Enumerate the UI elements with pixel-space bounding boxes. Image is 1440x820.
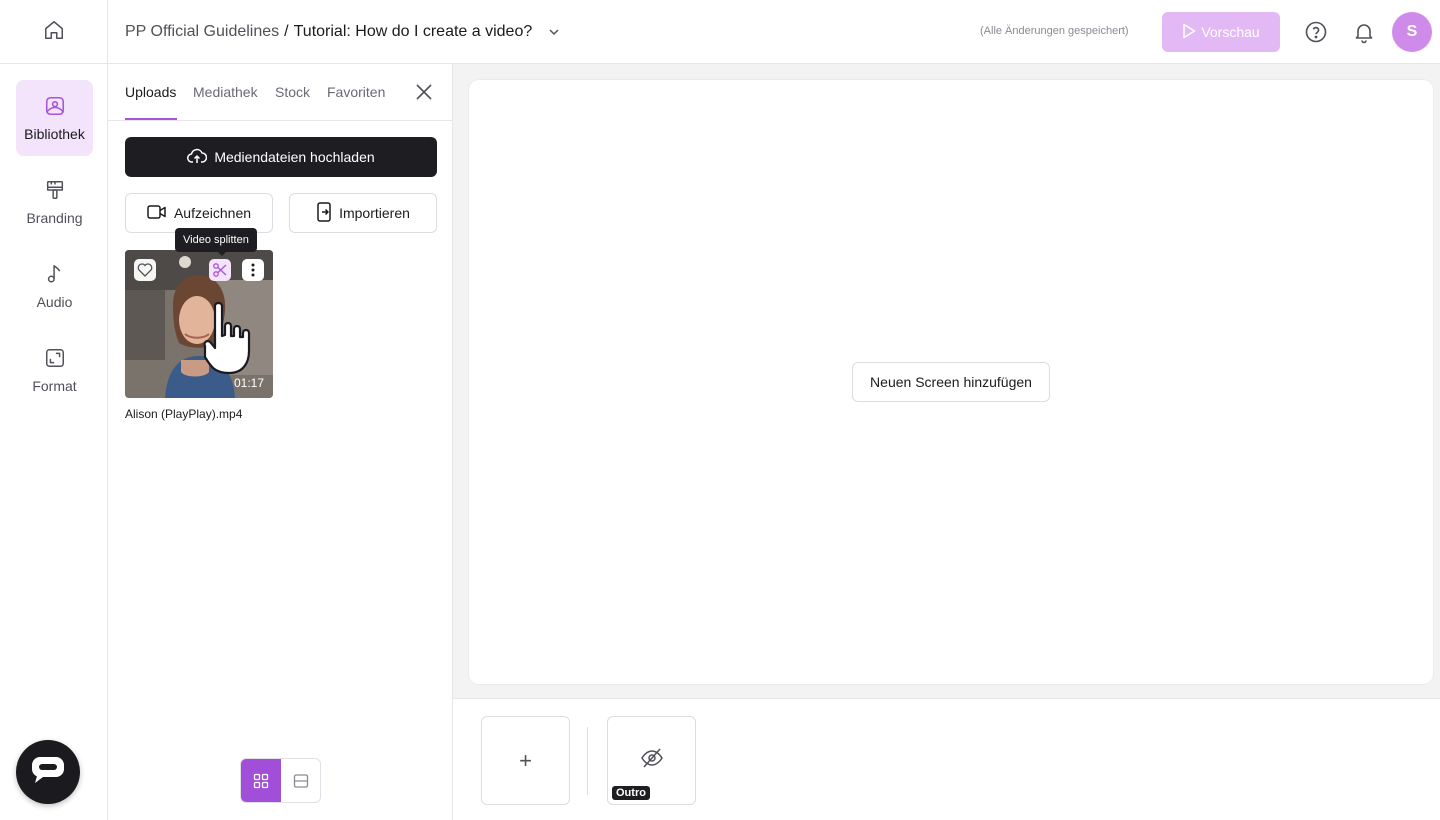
play-icon bbox=[1182, 23, 1196, 42]
cloud-upload-icon bbox=[187, 148, 208, 167]
breadcrumb-project[interactable]: PP Official Guidelines bbox=[125, 21, 279, 43]
scissors-icon[interactable] bbox=[209, 259, 231, 281]
save-status: (Alle Änderungen gespeichert) bbox=[980, 25, 1129, 37]
tab-stock[interactable]: Stock bbox=[275, 84, 310, 100]
sidebar-item-audio[interactable]: Audio bbox=[16, 248, 93, 324]
top-bar: PP Official Guidelines / Tutorial: How d… bbox=[0, 0, 1440, 64]
sidebar: Bibliothek Branding Audio Format bbox=[0, 64, 108, 820]
chat-button[interactable] bbox=[16, 740, 80, 804]
tab-uploads[interactable]: Uploads bbox=[125, 84, 176, 100]
outro-scene[interactable]: Outro bbox=[607, 716, 696, 805]
breadcrumb-separator: / bbox=[284, 23, 289, 40]
avatar[interactable]: S bbox=[1392, 12, 1432, 52]
sidebar-item-label: Format bbox=[32, 377, 77, 394]
eye-off-icon bbox=[640, 747, 664, 774]
import-label: Importieren bbox=[339, 205, 410, 221]
view-toggle bbox=[240, 758, 321, 803]
library-panel: Uploads Mediathek Stock Favoriten Medien… bbox=[108, 64, 453, 820]
sidebar-item-bibliothek[interactable]: Bibliothek bbox=[16, 80, 93, 156]
help-icon[interactable] bbox=[1304, 20, 1328, 44]
close-icon[interactable] bbox=[414, 82, 434, 102]
media-file-name: Alison (PlayPlay).mp4 bbox=[125, 407, 243, 421]
timeline-divider bbox=[587, 727, 588, 795]
paint-roller-icon bbox=[44, 179, 66, 204]
sidebar-item-branding[interactable]: Branding bbox=[16, 164, 93, 240]
list-view-icon[interactable] bbox=[281, 759, 320, 802]
media-item[interactable]: 01:17 bbox=[125, 250, 273, 398]
sidebar-item-label: Bibliothek bbox=[24, 125, 85, 142]
bell-icon[interactable] bbox=[1352, 20, 1376, 44]
sidebar-item-label: Audio bbox=[36, 293, 73, 310]
video-camera-icon bbox=[147, 204, 167, 223]
sidebar-item-label: Branding bbox=[26, 209, 83, 226]
outro-badge: Outro bbox=[612, 786, 650, 800]
add-scene-button[interactable]: + bbox=[481, 716, 570, 805]
home-icon bbox=[43, 19, 65, 46]
tab-favoriten[interactable]: Favoriten bbox=[327, 84, 385, 100]
record-label: Aufzeichnen bbox=[173, 205, 252, 221]
active-tab-indicator bbox=[125, 118, 177, 120]
add-screen-button[interactable]: Neuen Screen hinzufügen bbox=[852, 362, 1050, 402]
chevron-down-icon[interactable] bbox=[548, 26, 560, 38]
tooltip-split-video: Video splitten bbox=[175, 228, 257, 256]
tab-mediathek[interactable]: Mediathek bbox=[193, 84, 258, 100]
breadcrumb-video-title[interactable]: Tutorial: How do I create a video? bbox=[294, 21, 533, 43]
import-button[interactable]: Importieren bbox=[289, 193, 437, 233]
library-tabs: Uploads Mediathek Stock Favoriten bbox=[108, 64, 453, 121]
music-note-icon bbox=[44, 263, 66, 288]
record-button[interactable]: Aufzeichnen bbox=[125, 193, 273, 233]
upload-media-label: Mediendateien hochladen bbox=[214, 149, 375, 165]
preview-button[interactable]: Vorschau bbox=[1162, 12, 1280, 52]
upload-media-button[interactable]: Mediendateien hochladen bbox=[125, 137, 437, 177]
editor-canvas: Neuen Screen hinzufügen bbox=[469, 80, 1433, 684]
image-icon bbox=[44, 95, 66, 120]
timeline: + Outro bbox=[453, 698, 1440, 820]
sidebar-item-format[interactable]: Format bbox=[16, 332, 93, 408]
video-duration: 01:17 bbox=[233, 376, 264, 390]
grid-view-icon[interactable] bbox=[241, 759, 281, 802]
breadcrumb: PP Official Guidelines / Tutorial: How d… bbox=[125, 21, 560, 43]
favorite-heart-icon[interactable] bbox=[134, 259, 156, 281]
home-button[interactable] bbox=[0, 0, 108, 64]
hand-cursor-icon bbox=[203, 300, 259, 381]
chat-icon bbox=[31, 756, 65, 789]
import-icon bbox=[316, 201, 332, 225]
more-options-icon[interactable] bbox=[242, 259, 264, 281]
resize-icon bbox=[44, 347, 66, 372]
preview-label: Vorschau bbox=[1201, 24, 1260, 40]
